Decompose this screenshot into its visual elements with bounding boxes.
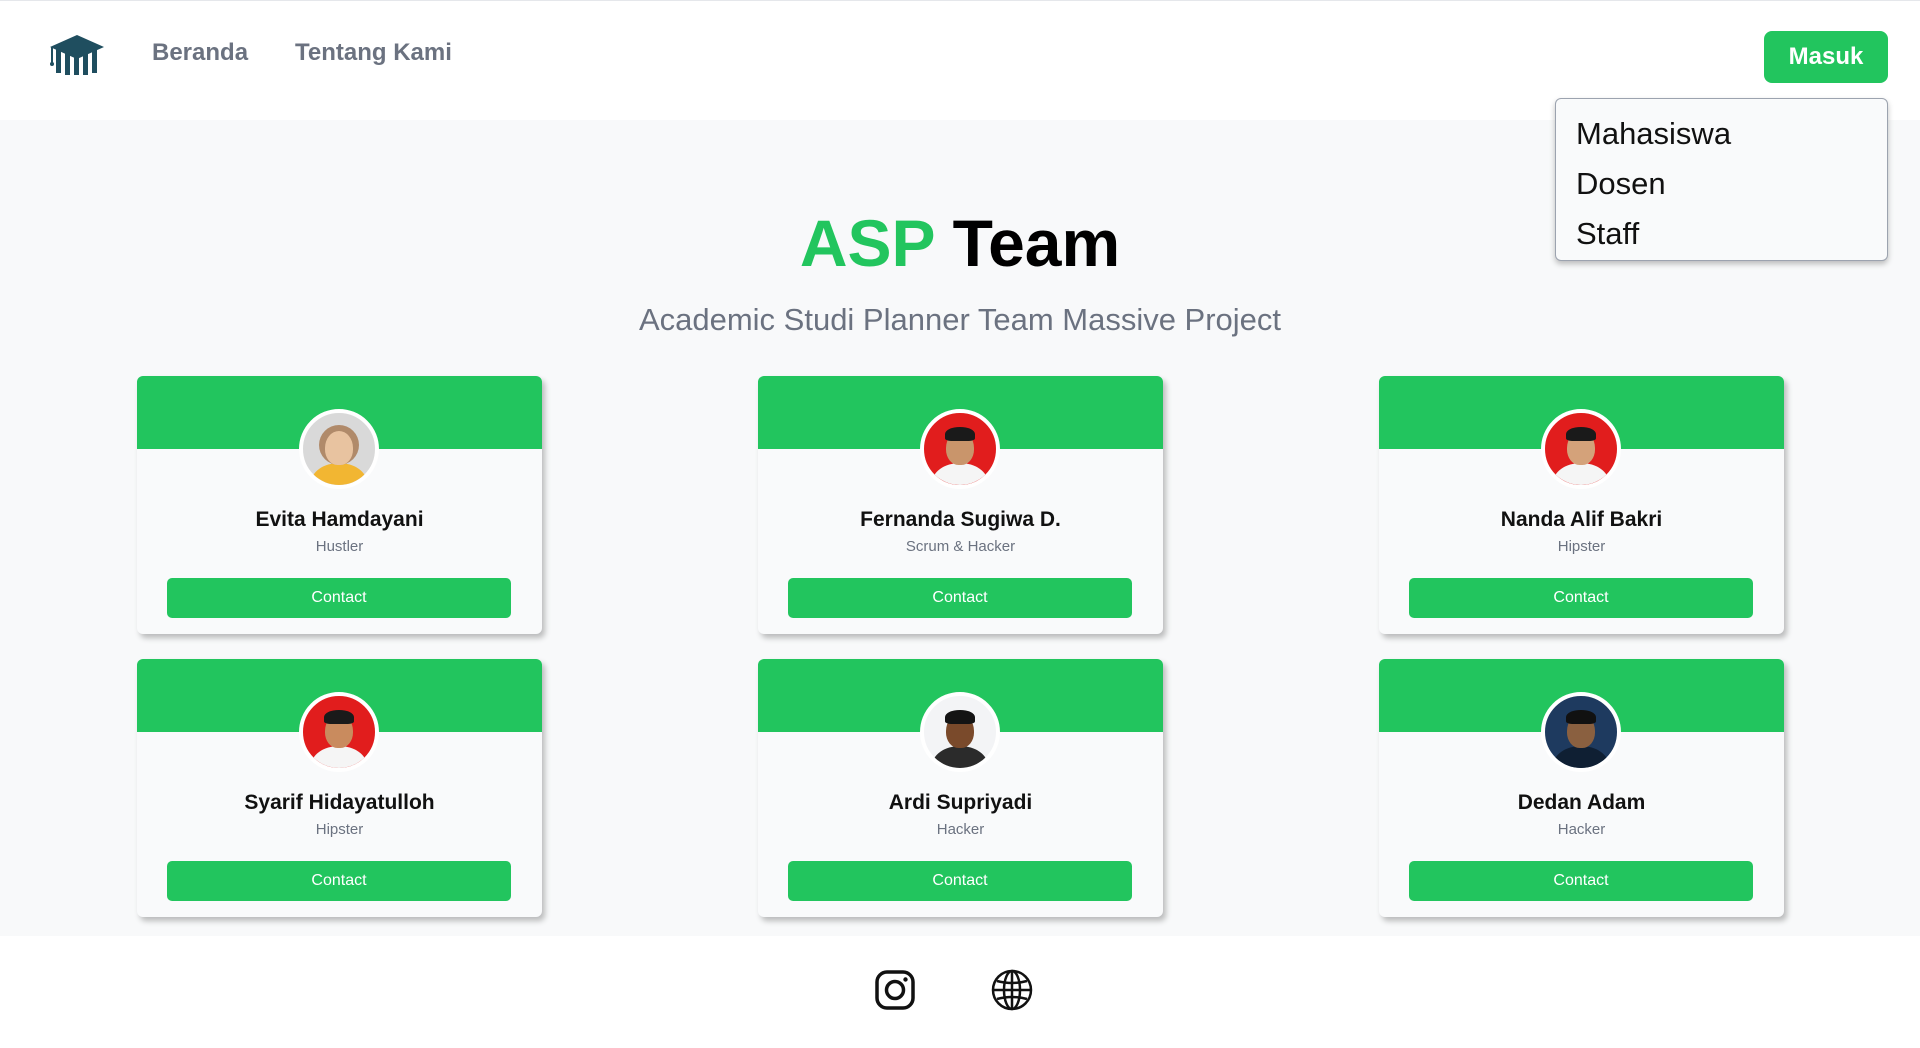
member-role: Hacker [1557, 821, 1606, 838]
team-card: Evita Hamdayani Hustler Contact [137, 376, 542, 634]
avatar [920, 692, 1000, 772]
member-role: Hipster [315, 821, 364, 838]
team-card: Ardi Supriyadi Hacker Contact [758, 659, 1163, 917]
contact-button[interactable]: Contact [167, 861, 511, 901]
member-role: Scrum & Hacker [905, 538, 1016, 555]
avatar [299, 692, 379, 772]
title-accent: ASP [799, 206, 935, 280]
team-card: Fernanda Sugiwa D. Scrum & Hacker Contac… [758, 376, 1163, 634]
member-name: Evita Hamdayani [255, 508, 424, 531]
university-logo-icon[interactable] [46, 31, 108, 77]
login-button[interactable]: Masuk [1764, 31, 1888, 83]
avatar [1541, 409, 1621, 489]
member-role: Hipster [1557, 538, 1606, 555]
contact-button[interactable]: Contact [788, 861, 1132, 901]
avatar [1541, 692, 1621, 772]
member-name: Syarif Hidayatulloh [244, 791, 435, 814]
login-dropdown-menu: Mahasiswa Dosen Staff [1555, 98, 1888, 261]
footer [0, 936, 1920, 1048]
page-subtitle: Academic Studi Planner Team Massive Proj… [638, 302, 1282, 337]
globe-icon[interactable] [990, 968, 1034, 1012]
avatar [299, 409, 379, 489]
member-name: Nanda Alif Bakri [1500, 508, 1663, 531]
instagram-icon[interactable] [873, 968, 917, 1012]
dropdown-item-dosen[interactable]: Dosen [1576, 159, 1887, 209]
member-role: Hustler [315, 538, 364, 555]
contact-button[interactable]: Contact [167, 578, 511, 618]
avatar [920, 409, 1000, 489]
title-rest: Team [952, 206, 1121, 280]
team-card: Nanda Alif Bakri Hipster Contact [1379, 376, 1784, 634]
contact-button[interactable]: Contact [788, 578, 1132, 618]
member-name: Ardi Supriyadi [888, 791, 1033, 814]
member-role: Hacker [936, 821, 985, 838]
member-name: Fernanda Sugiwa D. [860, 508, 1061, 531]
nav-link-beranda[interactable]: Beranda [152, 39, 248, 67]
dropdown-item-staff[interactable]: Staff [1576, 209, 1887, 259]
member-name: Dedan Adam [1517, 791, 1646, 814]
contact-button[interactable]: Contact [1409, 861, 1753, 901]
dropdown-item-mahasiswa[interactable]: Mahasiswa [1576, 109, 1887, 159]
team-card: Syarif Hidayatulloh Hipster Contact [137, 659, 542, 917]
nav-link-tentang-kami[interactable]: Tentang Kami [295, 39, 452, 67]
contact-button[interactable]: Contact [1409, 578, 1753, 618]
team-card: Dedan Adam Hacker Contact [1379, 659, 1784, 917]
